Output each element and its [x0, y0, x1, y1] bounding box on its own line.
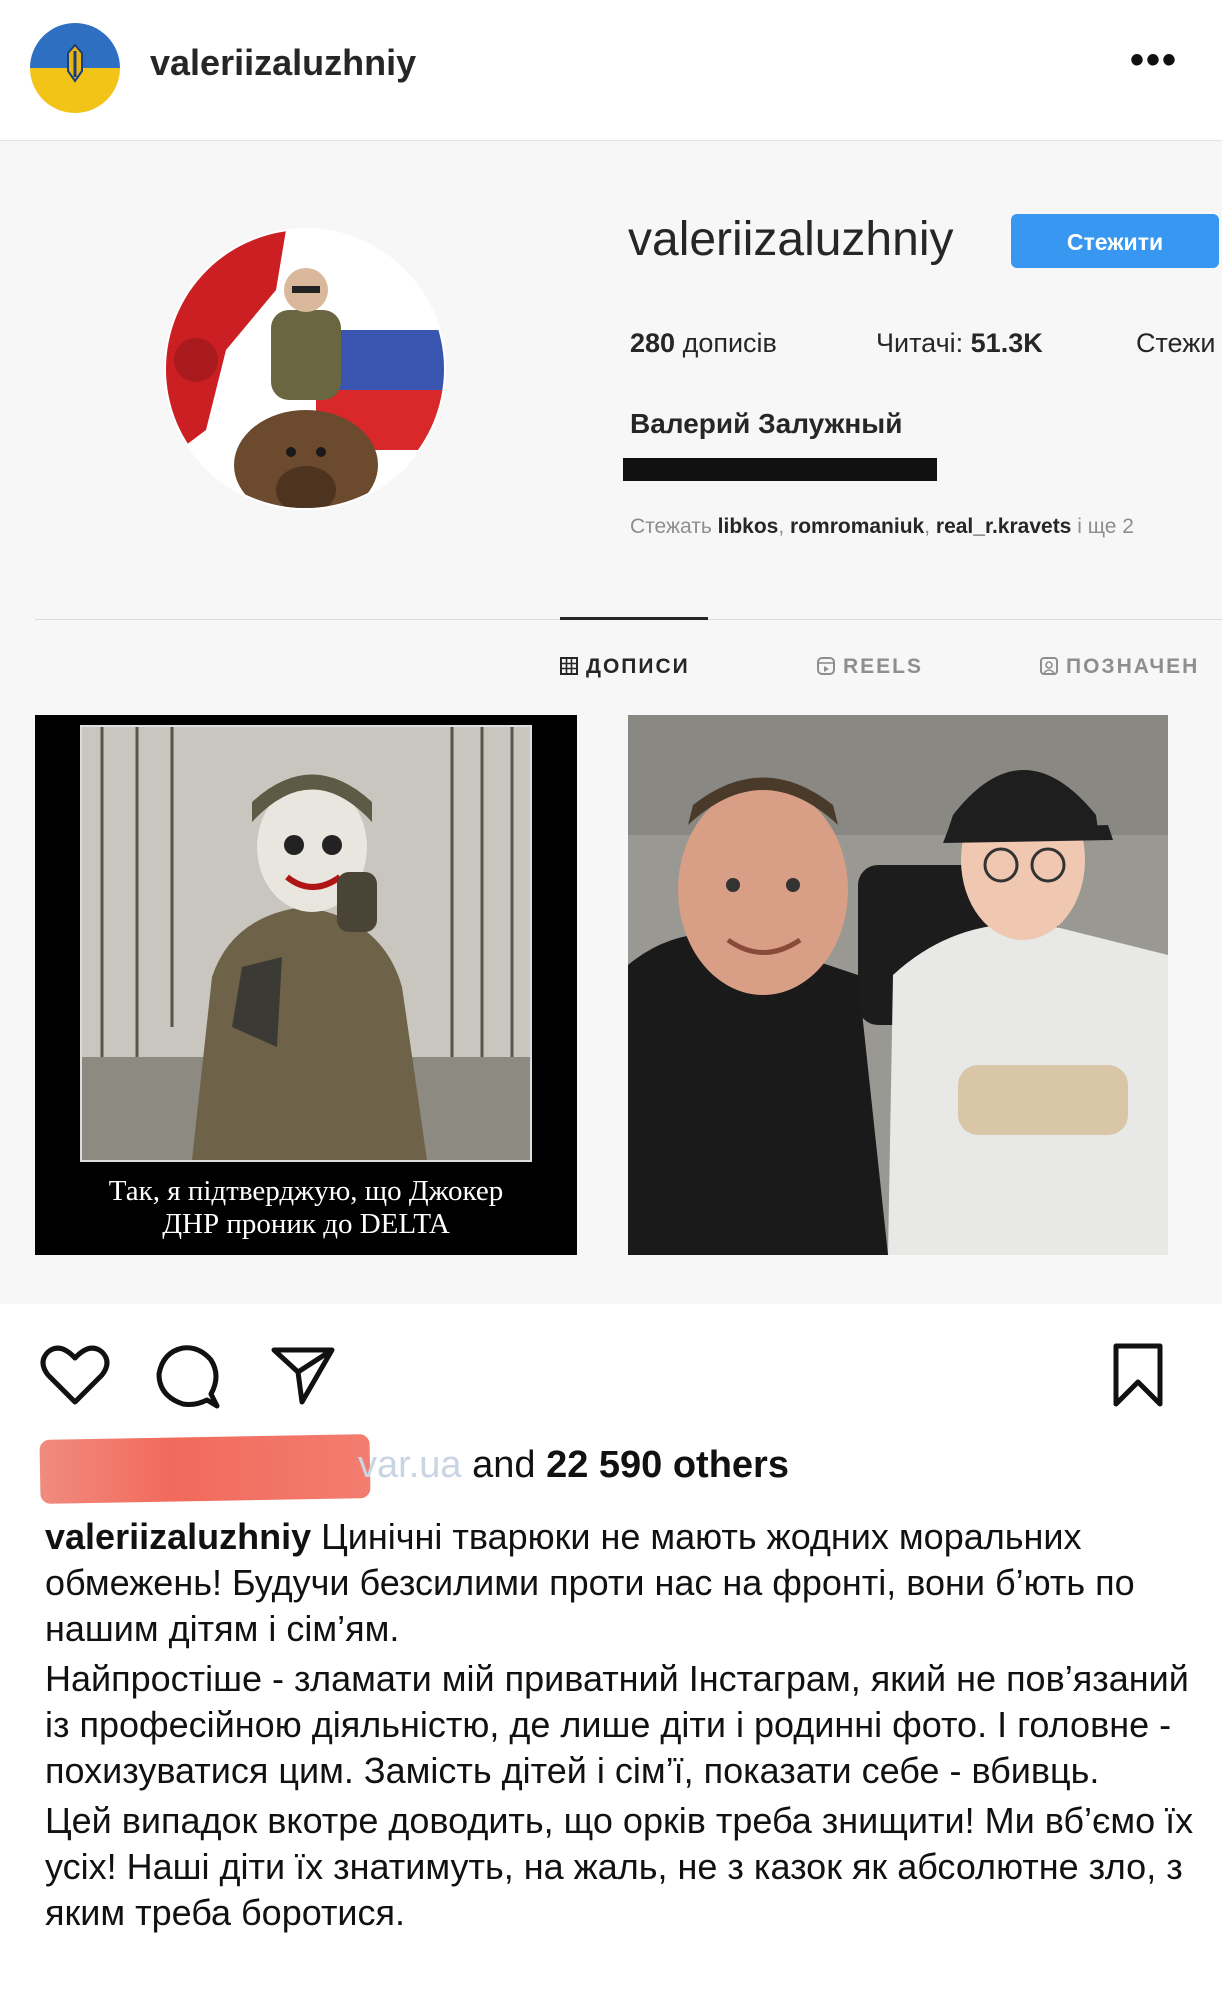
likes-and: and — [461, 1444, 547, 1486]
selfie-image — [628, 715, 1168, 1255]
follower-link[interactable]: libkos — [718, 515, 779, 538]
followed-by-prefix: Стежать — [630, 515, 712, 538]
poster-caption-line-2: ДНР проник до DELTA — [162, 1208, 450, 1240]
avatar[interactable] — [30, 23, 120, 113]
profile-screenshot: valeriizaluzhniy Стежити 280 дописів Чит… — [0, 141, 1222, 1304]
profile-avatar[interactable] — [166, 230, 444, 508]
redaction-bar — [623, 458, 937, 481]
bookmark-icon[interactable] — [1110, 1342, 1166, 1413]
more-horizontal-icon[interactable]: ••• — [1130, 38, 1178, 83]
flag-avatar-image — [30, 23, 120, 113]
likes-line[interactable]: var.ua and 22 590 others — [38, 1444, 789, 1487]
post-thumbnail[interactable]: Так, я підтверджую, що Джокер ДНР проник… — [35, 715, 577, 1255]
posts-count-stat[interactable]: 280 дописів — [630, 328, 777, 359]
tab-reels[interactable]: REELS — [817, 655, 923, 679]
likes-count: 22 590 others — [546, 1444, 789, 1486]
caption-paragraph-2: Найпростіше - зламати мій приватний Інст… — [45, 1658, 1189, 1791]
caption-paragraph-3: Цей випадок вкотре доводить, що орків тр… — [45, 1800, 1194, 1933]
grid-icon — [560, 657, 578, 675]
posts-count: 280 — [630, 328, 676, 358]
followed-by-suffix: і ще 2 — [1077, 515, 1134, 538]
post-header: valeriizaluzhniy ••• — [0, 0, 1222, 141]
followers-label: Читачі: — [876, 328, 964, 358]
soldier-joker-image — [80, 725, 532, 1162]
profile-username: valeriizaluzhniy — [628, 213, 954, 266]
post-caption: valeriizaluzhniy Цинічні тварюки не мают… — [45, 1514, 1195, 1940]
tab-tagged[interactable]: ПОЗНАЧЕН — [1040, 655, 1199, 679]
following-stat[interactable]: Стежи — [1136, 328, 1215, 359]
active-tab-indicator — [560, 617, 708, 620]
tab-posts-label: ДОПИСИ — [586, 655, 690, 678]
tab-reels-label: REELS — [843, 655, 924, 678]
reels-icon — [817, 657, 835, 675]
caption-username[interactable]: valeriizaluzhniy — [45, 1516, 311, 1557]
tagged-icon — [1040, 657, 1058, 675]
posts-label: дописів — [682, 328, 777, 358]
tab-tagged-label: ПОЗНАЧЕН — [1066, 655, 1200, 678]
send-icon[interactable] — [270, 1344, 336, 1411]
follower-link[interactable]: real_r.kravets — [936, 515, 1071, 538]
follower-link[interactable]: romromaniuk — [790, 515, 924, 538]
liker-name: var.ua — [358, 1444, 462, 1486]
followers-stat[interactable]: Читачі: 51.3K — [876, 328, 1043, 359]
profile-full-name: Валерий Залужный — [630, 408, 903, 439]
followers-count: 51.3K — [970, 328, 1043, 358]
comment-icon[interactable] — [155, 1344, 221, 1415]
post-footer: var.ua and 22 590 others valeriizaluzhni… — [0, 1304, 1222, 2000]
bear-rider-image — [166, 230, 444, 508]
post-thumbnail[interactable] — [628, 715, 1168, 1255]
followed-by-line: Стежать libkos, romromaniuk, real_r.krav… — [630, 515, 1134, 538]
poster-caption-line-1: Так, я підтверджую, що Джокер — [108, 1175, 504, 1207]
header-username[interactable]: valeriizaluzhniy — [150, 42, 416, 84]
follow-button[interactable]: Стежити — [1011, 214, 1219, 268]
tab-posts[interactable]: ДОПИСИ — [560, 655, 690, 679]
heart-icon[interactable] — [40, 1344, 110, 1411]
